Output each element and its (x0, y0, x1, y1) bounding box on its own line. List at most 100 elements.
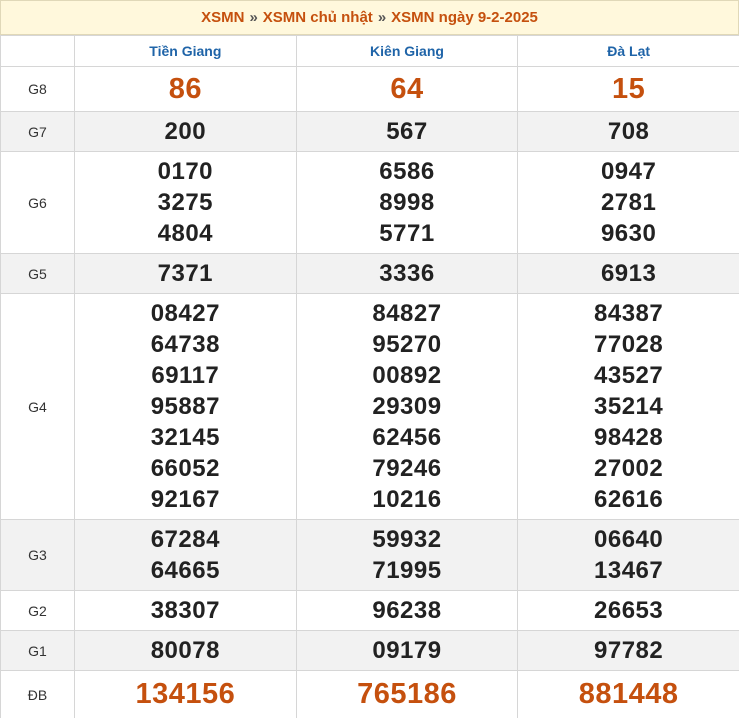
prize-cell: 567 (295, 111, 519, 152)
prize-cell: 7371 (74, 253, 297, 294)
prize-number: 92167 (150, 486, 220, 513)
prize-cell: 80078 (74, 630, 297, 671)
prize-number: 567 (386, 118, 428, 145)
prize-row: G8 86 64 15 (0, 66, 739, 112)
prize-number: 06640 (594, 526, 664, 553)
prize-cell: 09179 (295, 630, 519, 671)
prize-number: 00892 (372, 362, 442, 389)
prize-number: 7371 (157, 260, 214, 287)
prize-number: 64738 (150, 331, 220, 358)
prize-row: G6 0170 3275 4804 6586 8998 5771 0947 2781 9630 (0, 151, 739, 254)
prize-number: 9630 (600, 220, 657, 247)
prize-label: G6 (0, 151, 75, 254)
prize-cell: 84827 95270 00892 29309 62456 79246 10216 (295, 293, 519, 520)
prize-row: G4 08427 64738 69117 95887 32145 66052 92167 848… (0, 293, 739, 520)
prize-cell: 38307 (74, 590, 297, 631)
prize-number: 67284 (150, 526, 220, 553)
prize-number: 5771 (379, 220, 435, 247)
prize-number: 200 (164, 118, 207, 145)
breadcrumb-link-xsmn[interactable]: XSMN (201, 9, 244, 26)
prize-number: 10216 (372, 486, 442, 513)
prize-number: 69117 (151, 362, 220, 389)
prize-number: 98428 (594, 424, 664, 451)
prize-number: 09179 (372, 637, 442, 664)
prize-number: 35214 (594, 393, 664, 420)
prize-label: G7 (0, 111, 75, 152)
province-header-kien-giang[interactable]: Kiên Giang (295, 35, 519, 67)
prize-cell: 15 (517, 66, 739, 112)
prize-cell: 08427 64738 69117 95887 32145 66052 92167 (74, 293, 297, 520)
prize-row: G7 200 567 708 (0, 111, 739, 152)
prize-label: G5 (0, 253, 75, 294)
prize-cell: 0170 3275 4804 (74, 151, 297, 254)
prize-number: 708 (607, 118, 650, 145)
province-header-tien-giang[interactable]: Tiền Giang (74, 35, 297, 67)
prize-cell: 134156 (74, 670, 297, 718)
prize-number: 84387 (594, 300, 664, 327)
prize-cell: 0947 2781 9630 (517, 151, 739, 254)
prize-cell: 6586 8998 5771 (295, 151, 519, 254)
prize-row: G2 38307 96238 26653 (0, 590, 739, 631)
prize-number: 765186 (357, 678, 457, 710)
results-table: Tiền Giang Kiên Giang Đà Lạt G8 86 64 15 G7 2… (0, 35, 739, 718)
prize-number: 38307 (150, 597, 220, 624)
prize-label: G2 (0, 590, 75, 631)
prize-number: 27002 (594, 455, 664, 482)
prize-label: ĐB (0, 670, 75, 718)
prize-cell: 86 (74, 66, 297, 112)
prize-cell: 708 (517, 111, 739, 152)
prize-number: 29309 (372, 393, 442, 420)
prize-cell: 200 (74, 111, 297, 152)
prize-cell: 96238 (295, 590, 519, 631)
prize-label: G1 (0, 630, 75, 671)
prize-row: G5 7371 3336 6913 (0, 253, 739, 294)
prize-number: 66052 (150, 455, 220, 482)
prize-number: 71995 (372, 557, 442, 584)
prize-label: G4 (0, 293, 75, 520)
breadcrumb-separator: » (377, 9, 387, 26)
prize-cell: 67284 64665 (74, 519, 297, 591)
prize-cell: 6913 (517, 253, 739, 294)
breadcrumb-link-xsmn-sunday[interactable]: XSMN chủ nhật (263, 9, 373, 26)
prize-number: 881448 (578, 678, 679, 710)
prize-number: 43527 (594, 362, 664, 389)
header-corner (0, 35, 75, 67)
prize-row: ĐB 134156 765186 881448 (0, 670, 739, 718)
prize-cell: 64 (295, 66, 519, 112)
prize-number: 3336 (379, 260, 435, 287)
prize-cell: 3336 (295, 253, 519, 294)
breadcrumb-separator: » (249, 9, 258, 26)
prize-number: 96238 (372, 597, 442, 624)
prize-cell: 765186 (295, 670, 519, 718)
prize-number: 3275 (157, 189, 214, 216)
prize-number: 62456 (372, 424, 442, 451)
prize-number: 95887 (150, 393, 220, 420)
prize-number: 15 (612, 72, 646, 105)
results-panel: XSMN » XSMN chủ nhật » XSMN ngày 9-2-202… (0, 0, 739, 718)
prize-number: 97782 (594, 637, 664, 664)
prize-number: 26653 (594, 597, 664, 624)
prize-number: 95270 (372, 331, 442, 358)
prize-number: 6913 (600, 260, 657, 287)
prize-number: 4804 (157, 220, 214, 247)
province-header-da-lat[interactable]: Đà Lạt (517, 35, 739, 67)
prize-row: G1 80078 09179 97782 (0, 630, 739, 671)
prize-label: G8 (0, 66, 75, 112)
prize-cell: 84387 77028 43527 35214 98428 27002 62616 (517, 293, 739, 520)
breadcrumb-link-xsmn-date[interactable]: XSMN ngày 9-2-2025 (391, 9, 538, 26)
prize-number: 86 (168, 72, 202, 105)
prize-number: 13467 (594, 557, 664, 584)
prize-cell: 59932 71995 (295, 519, 519, 591)
breadcrumb: XSMN » XSMN chủ nhật » XSMN ngày 9-2-202… (0, 0, 739, 35)
prize-number: 84827 (372, 300, 442, 327)
prize-cell: 881448 (517, 670, 739, 718)
prize-cell: 97782 (517, 630, 739, 671)
prize-number: 59932 (372, 526, 442, 553)
prize-number: 79246 (372, 455, 442, 482)
prize-number: 6586 (379, 158, 435, 185)
prize-cell: 26653 (517, 590, 739, 631)
prize-number: 77028 (594, 331, 664, 358)
prize-label: G3 (0, 519, 75, 591)
prize-number: 08427 (150, 300, 220, 327)
prize-number: 62616 (594, 486, 664, 513)
